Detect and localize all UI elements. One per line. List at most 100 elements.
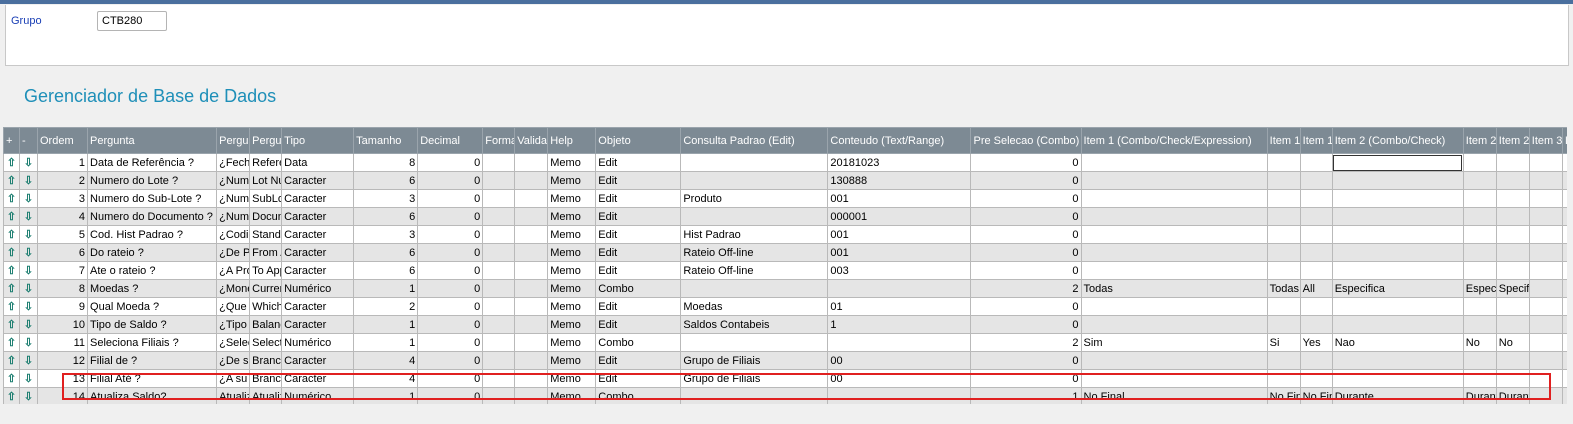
column-header[interactable]: + bbox=[3, 127, 20, 154]
cell-i1es[interactable] bbox=[1266, 225, 1301, 244]
cell-val[interactable] bbox=[514, 369, 549, 388]
cell-i2es[interactable] bbox=[1462, 297, 1497, 316]
cell-i1en[interactable] bbox=[1299, 225, 1333, 244]
table-row[interactable]: ⇧⇩12Filial de ?¿De sBranchCaracter40Memo… bbox=[3, 351, 1567, 370]
cell-i2en[interactable] bbox=[1495, 207, 1530, 226]
arrow-down-icon[interactable]: ⇩ bbox=[19, 279, 38, 298]
cell-pen[interactable]: Reference bbox=[249, 153, 283, 172]
cell-i3b[interactable] bbox=[1561, 171, 1567, 190]
cell-val[interactable] bbox=[514, 279, 549, 298]
cell-pergunta[interactable]: Moedas ? bbox=[87, 279, 218, 298]
cell-i2en[interactable] bbox=[1495, 171, 1530, 190]
cell-i3b[interactable] bbox=[1561, 189, 1567, 208]
cell-fmt[interactable] bbox=[482, 261, 516, 280]
cell-i3b[interactable] bbox=[1561, 225, 1567, 244]
cell-i1es[interactable] bbox=[1266, 315, 1301, 334]
cell-pes[interactable]: ¿Fecha bbox=[216, 153, 251, 172]
cell-i1[interactable]: Sim bbox=[1080, 333, 1268, 352]
cell-tipo[interactable]: Numérico bbox=[281, 333, 355, 352]
cell-val[interactable] bbox=[514, 153, 549, 172]
cell-i2es[interactable]: Especifica bbox=[1462, 279, 1497, 298]
cell-objeto[interactable]: Edit bbox=[595, 153, 682, 172]
cell-i1es[interactable] bbox=[1266, 243, 1301, 262]
cell-pergunta[interactable]: Filial Até ? bbox=[87, 369, 218, 388]
column-header[interactable]: Item 2 bbox=[1495, 127, 1530, 154]
cell-i2en[interactable] bbox=[1495, 369, 1530, 388]
cell-help[interactable]: Memo bbox=[547, 243, 597, 262]
cell-decimal[interactable]: 0 bbox=[417, 351, 484, 370]
cell-objeto[interactable]: Edit bbox=[595, 171, 682, 190]
cell-i2en[interactable] bbox=[1495, 189, 1530, 208]
cell-pes[interactable]: ¿De s bbox=[216, 351, 251, 370]
cell-i2en[interactable] bbox=[1495, 243, 1530, 262]
cell-help[interactable]: Memo bbox=[547, 351, 597, 370]
cell-pergunta[interactable]: Ate o rateio ? bbox=[87, 261, 218, 280]
arrow-down-icon[interactable]: ⇩ bbox=[19, 207, 38, 226]
cell-ordem[interactable]: 12 bbox=[36, 351, 89, 370]
column-header[interactable]: Help bbox=[547, 127, 597, 154]
cell-i2es[interactable] bbox=[1462, 315, 1497, 334]
cell-pergunta[interactable]: Filial de ? bbox=[87, 351, 218, 370]
cell-ordem[interactable]: 7 bbox=[36, 261, 89, 280]
cell-help[interactable]: Memo bbox=[547, 261, 597, 280]
cell-conteudo[interactable] bbox=[827, 279, 972, 298]
cell-fmt[interactable] bbox=[482, 171, 516, 190]
table-row[interactable]: ⇧⇩7Ate o rateio ?¿A ProrrateoTo ApportCa… bbox=[3, 261, 1567, 280]
cell-val[interactable] bbox=[514, 243, 549, 262]
arrow-up-icon[interactable]: ⇧ bbox=[3, 279, 20, 298]
cell-i2es[interactable]: No bbox=[1462, 333, 1497, 352]
cell-pre[interactable]: 2 bbox=[970, 333, 1082, 352]
cell-pes[interactable]: ¿A su bbox=[216, 369, 251, 388]
cell-pes[interactable]: ¿Monedas bbox=[216, 279, 251, 298]
cell-pen[interactable]: To Apport bbox=[249, 261, 283, 280]
cell-i2en[interactable]: Durante bbox=[1495, 387, 1530, 404]
cell-i3[interactable] bbox=[1528, 297, 1563, 316]
cell-i3[interactable] bbox=[1528, 333, 1563, 352]
cell-i1[interactable] bbox=[1080, 351, 1268, 370]
cell-decimal[interactable]: 0 bbox=[417, 189, 484, 208]
cell-i1[interactable] bbox=[1080, 297, 1268, 316]
cell-pen[interactable]: Branch bbox=[249, 351, 283, 370]
cell-i3[interactable] bbox=[1528, 243, 1563, 262]
arrow-down-icon[interactable]: ⇩ bbox=[19, 297, 38, 316]
cell-fmt[interactable] bbox=[482, 351, 516, 370]
cell-pen[interactable]: SubLot bbox=[249, 189, 283, 208]
cell-ordem[interactable]: 3 bbox=[36, 189, 89, 208]
arrow-up-icon[interactable]: ⇧ bbox=[3, 207, 20, 226]
cell-pen[interactable]: Branch bbox=[249, 369, 283, 388]
cell-i2en[interactable] bbox=[1495, 297, 1530, 316]
arrow-down-icon[interactable]: ⇩ bbox=[19, 387, 38, 404]
cell-i1es[interactable]: Si bbox=[1266, 333, 1301, 352]
cell-pes[interactable]: Atualiza bbox=[216, 387, 251, 404]
cell-conteudo[interactable]: 1 bbox=[827, 315, 972, 334]
cell-ordem[interactable]: 10 bbox=[36, 315, 89, 334]
cell-consulta[interactable] bbox=[680, 333, 829, 352]
cell-i3b[interactable] bbox=[1561, 369, 1567, 388]
column-header[interactable]: Tipo bbox=[281, 127, 355, 154]
cell-val[interactable] bbox=[514, 189, 549, 208]
cell-pre[interactable]: 0 bbox=[970, 225, 1082, 244]
cell-i3b[interactable] bbox=[1561, 279, 1567, 298]
cell-fmt[interactable] bbox=[482, 153, 516, 172]
column-header[interactable]: Validacao bbox=[514, 127, 549, 154]
cell-objeto[interactable]: Edit bbox=[595, 297, 682, 316]
cell-i2[interactable] bbox=[1331, 189, 1464, 208]
cell-help[interactable]: Memo bbox=[547, 171, 597, 190]
cell-i2[interactable]: Nao bbox=[1331, 333, 1464, 352]
cell-i3b[interactable] bbox=[1561, 207, 1567, 226]
cell-i3b[interactable] bbox=[1561, 333, 1567, 352]
cell-pes[interactable]: ¿Tipo bbox=[216, 315, 251, 334]
cell-tamanho[interactable]: 8 bbox=[353, 153, 419, 172]
table-row[interactable]: ⇧⇩9Qual Moeda ?¿Que MonedaWhich Currency… bbox=[3, 297, 1567, 316]
cell-consulta[interactable]: Hist Padrao bbox=[680, 225, 829, 244]
cell-i3b[interactable] bbox=[1561, 351, 1567, 370]
cell-ordem[interactable]: 5 bbox=[36, 225, 89, 244]
cell-pergunta[interactable]: Cod. Hist Padrao ? bbox=[87, 225, 218, 244]
cell-conteudo[interactable]: 001 bbox=[827, 189, 972, 208]
column-header[interactable]: Ordem bbox=[36, 127, 89, 154]
cell-i1en[interactable] bbox=[1299, 243, 1333, 262]
cell-val[interactable] bbox=[514, 261, 549, 280]
cell-tamanho[interactable]: 1 bbox=[353, 333, 419, 352]
cell-objeto[interactable]: Combo bbox=[595, 333, 682, 352]
cell-consulta[interactable]: Grupo de Filiais bbox=[680, 369, 829, 388]
